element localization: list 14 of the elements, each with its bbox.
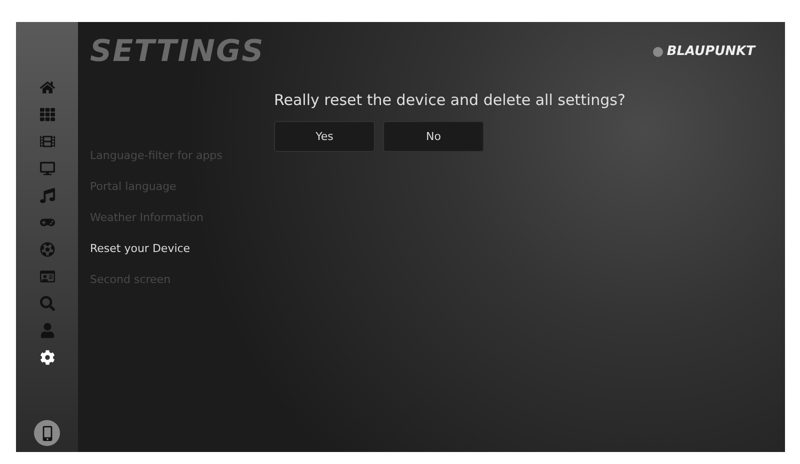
phone-button[interactable] — [34, 420, 60, 446]
brand-logo: BLAUPUNKT — [666, 44, 755, 59]
confirm-question: Really reset the device and delete all settings? — [274, 91, 626, 109]
grid-icon[interactable] — [38, 105, 56, 123]
menu-item[interactable]: Reset your Device — [90, 242, 274, 255]
settings-icon[interactable] — [38, 348, 56, 366]
user-icon[interactable] — [38, 321, 56, 339]
music-note-icon[interactable] — [38, 186, 56, 204]
page-title: SETTINGS — [90, 34, 264, 69]
search-icon[interactable] — [38, 294, 56, 312]
logo-dot-icon — [652, 46, 663, 56]
monitor-icon[interactable] — [38, 159, 56, 177]
dialog-button[interactable]: No — [383, 121, 484, 152]
dialog-button[interactable]: Yes — [274, 121, 375, 152]
